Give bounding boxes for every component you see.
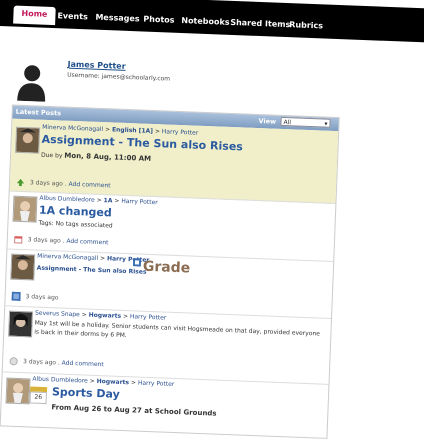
post-time: 3 days ago — [22, 358, 57, 367]
post-path-1[interactable]: English [1A] — [112, 126, 153, 135]
post-item: Minerva McGonagall > English [1A] > Harr… — [9, 118, 339, 205]
grade-label: Grade — [142, 258, 191, 277]
profile-name-link[interactable]: James Potter — [67, 60, 125, 71]
post-time: 3 days ago — [27, 236, 61, 245]
post-path-1[interactable]: Hogwarts — [97, 378, 130, 386]
post-path-1[interactable]: 1A — [103, 197, 112, 204]
post-author[interactable]: Minerva McGonagall — [37, 253, 98, 262]
post-path-2[interactable]: Harry Potter — [121, 198, 158, 206]
post-due: Due by Mon, 8 Aug, 11:00 AM — [40, 151, 152, 163]
up-arrow-icon — [16, 178, 25, 187]
nav-messages[interactable]: Messages — [95, 13, 140, 24]
author-avatar — [12, 195, 38, 223]
view-label: View — [258, 117, 277, 126]
user-avatar-icon — [17, 65, 46, 102]
post-path-2[interactable]: Harry Potter — [130, 313, 167, 321]
nav-photos[interactable]: Photos — [143, 15, 174, 25]
author-avatar — [15, 126, 41, 154]
post-path-1[interactable]: Hogwarts — [89, 312, 122, 320]
author-avatar — [10, 253, 36, 281]
post-title[interactable]: Sports Day — [52, 385, 120, 401]
feed-title: Latest Posts — [15, 107, 62, 118]
post-linked-item: Assignment - The Sun also Rises — [37, 265, 147, 276]
post-item: Albus Dumbledore > Hogwarts > Harry Pott… — [0, 371, 328, 443]
post-author[interactable]: Albus Dumbledore — [32, 376, 88, 385]
chevron-down-icon: ▾ — [324, 120, 328, 128]
view-select-value: All — [283, 118, 292, 127]
nav-notebooks[interactable]: Notebooks — [181, 16, 230, 27]
post-title[interactable]: Assignment - The Sun also Rises — [41, 133, 243, 154]
calendar-icon — [14, 236, 23, 244]
post-footer: 3 days ago . Add comment — [16, 178, 111, 191]
author-avatar — [8, 310, 34, 338]
calendar-icon: 26 — [29, 386, 48, 405]
post-tags: Tags: No tags associated — [38, 219, 113, 230]
calendar-day: 26 — [29, 391, 47, 405]
post-path-2[interactable]: Harry Potter — [162, 128, 199, 136]
nav-rubrics[interactable]: Rubrics — [289, 20, 323, 30]
post-footer: 3 days ago — [11, 291, 59, 303]
add-comment-link[interactable]: Add comment — [66, 238, 108, 247]
post-time: 3 days ago — [25, 293, 59, 302]
post-author[interactable]: Minerva McGonagall — [42, 124, 103, 133]
view-filter-select[interactable]: All ▾ — [280, 116, 331, 128]
latest-posts-panel: Latest Posts View All ▾ Minerva McGonaga… — [0, 104, 340, 439]
event-dates: From Aug 26 to Aug 27 at School Grounds — [51, 403, 217, 418]
nav-events[interactable]: Events — [57, 11, 88, 21]
add-comment-link[interactable]: Add comment — [62, 360, 104, 369]
profile-username: Username: james@schoolarly.com — [67, 71, 171, 83]
post-body: May 1st will be a holiday. Senior studen… — [34, 319, 321, 340]
grade-badge-icon — [11, 291, 21, 302]
nav-shared-items[interactable]: Shared Items — [230, 18, 290, 29]
post-title[interactable]: 1A changed — [39, 204, 112, 220]
linked-assignment-link[interactable]: Assignment - The Sun also Rises — [37, 265, 147, 276]
author-avatar — [5, 377, 31, 405]
message-icon — [9, 357, 18, 366]
post-path-2[interactable]: Harry Potter — [138, 380, 175, 388]
add-comment-link[interactable]: Add comment — [68, 181, 110, 190]
post-author[interactable]: Severus Snape — [35, 310, 80, 319]
top-navigation-bar: Home Events Messages Photos Notebooks Sh… — [0, 0, 424, 44]
post-footer: 3 days ago . Add comment — [14, 235, 109, 248]
post-time: 3 days ago — [29, 179, 63, 188]
post-footer: 3 days ago . Add comment — [9, 357, 104, 370]
nav-home[interactable]: Home — [13, 5, 56, 26]
post-author[interactable]: Albus Dumbledore — [39, 195, 95, 204]
grade-icon — [132, 258, 142, 267]
